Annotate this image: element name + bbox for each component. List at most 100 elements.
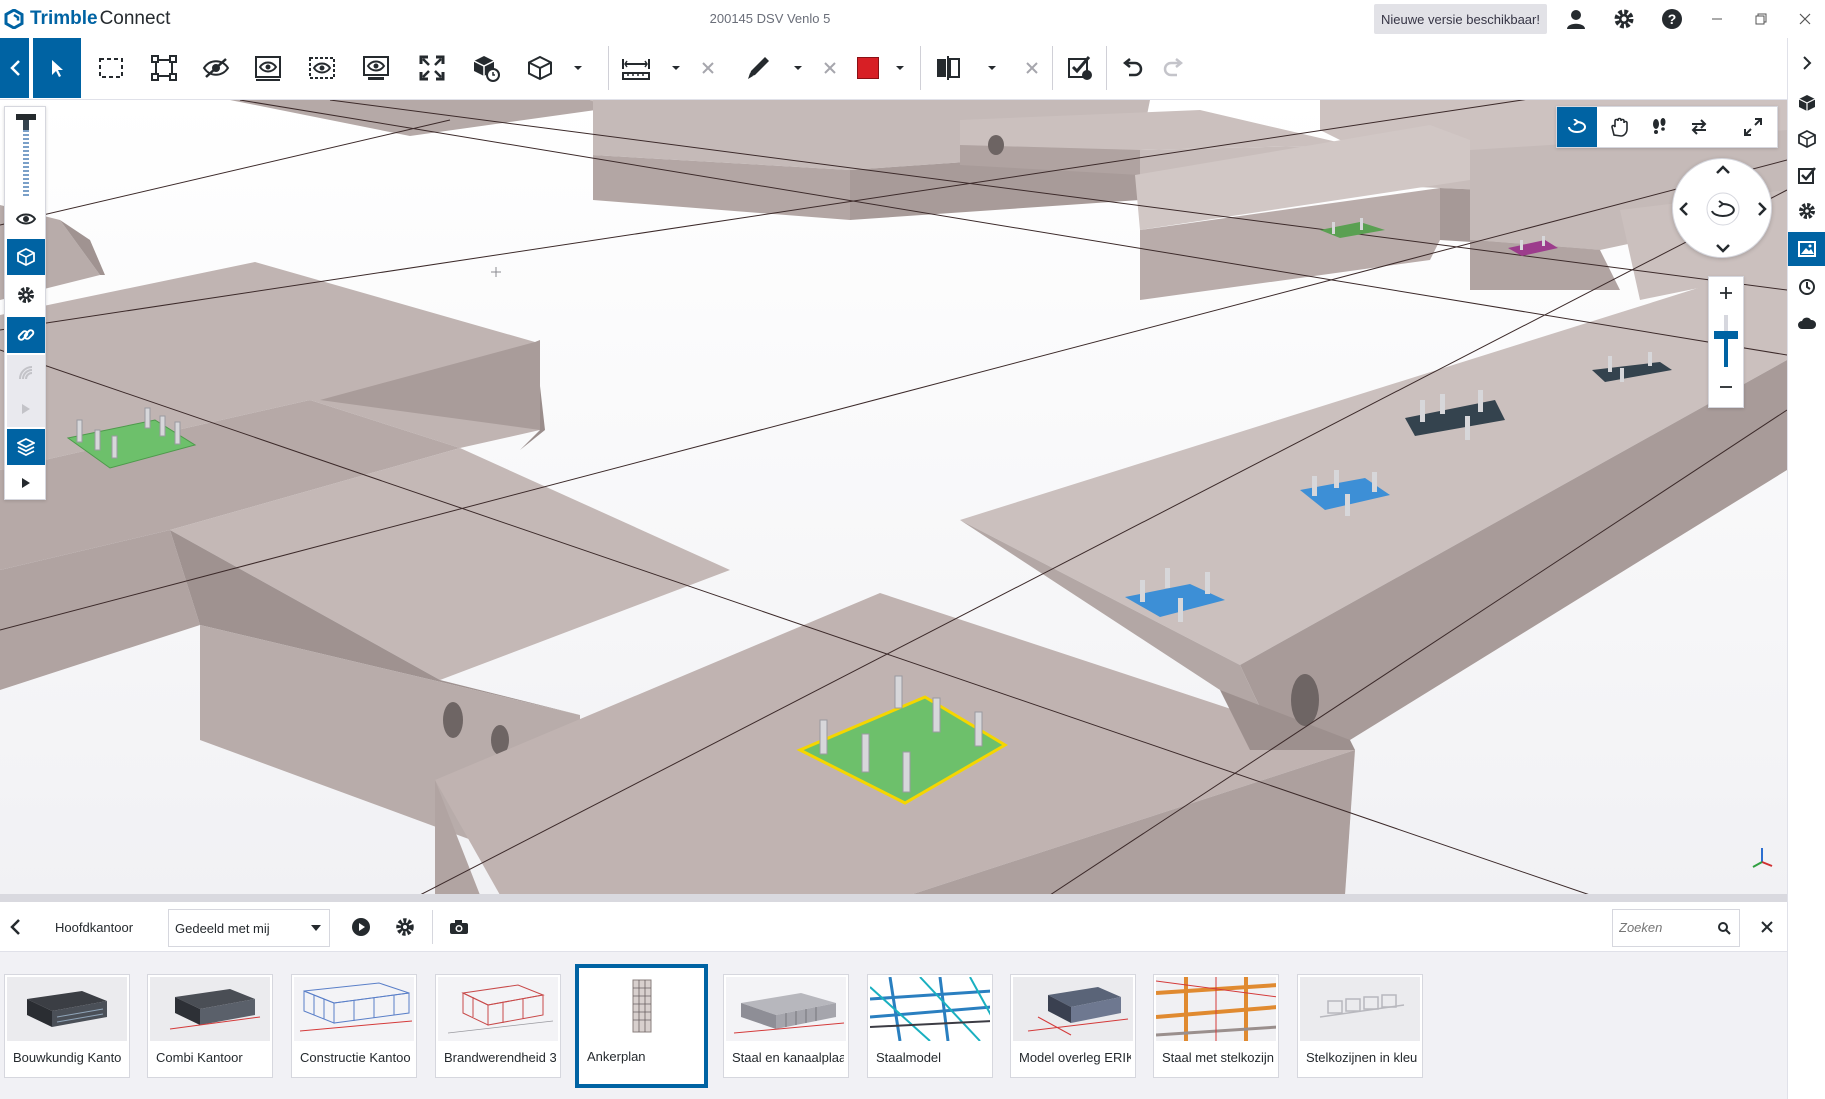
view-preview-image [294, 977, 414, 1041]
measure-icon[interactable] [612, 38, 660, 98]
redo-icon[interactable] [1150, 38, 1198, 98]
view-label: Model overleg ERIK [1019, 1050, 1131, 1065]
nav-up-icon[interactable] [1716, 165, 1730, 174]
navigation-wheel[interactable] [1672, 158, 1772, 258]
cloud-icon[interactable] [1788, 306, 1825, 340]
camera-icon[interactable] [444, 912, 474, 942]
collapse-left-button[interactable] [0, 38, 29, 98]
view-preview-image [1300, 977, 1420, 1041]
views-back-button[interactable] [2, 912, 28, 942]
help-icon[interactable]: ? [1658, 5, 1686, 33]
view-thumbnail-selected[interactable]: Ankerplan [575, 964, 708, 1088]
chevron-left-icon [10, 919, 20, 935]
orbit-icon[interactable] [1557, 107, 1597, 147]
view-preview-image [1156, 977, 1276, 1041]
render-settings-gear-icon[interactable] [7, 277, 45, 313]
select-arrow-icon[interactable] [33, 38, 81, 98]
measure-dropdown-icon[interactable] [666, 38, 686, 98]
cube-view-dropdown-icon[interactable] [568, 38, 588, 98]
markup-pen-icon[interactable] [734, 38, 782, 98]
view-preview-image [581, 976, 702, 1038]
chevron-left-icon [9, 60, 20, 76]
close-icon [1761, 921, 1773, 933]
model-scene [0, 100, 1787, 895]
main-toolbar [0, 38, 1787, 100]
fullscreen-icon[interactable] [1733, 107, 1773, 147]
view-thumbnail[interactable]: Combi Kantoor [147, 974, 273, 1078]
views-folder-name[interactable]: Hoofdkantoor [55, 920, 133, 935]
view-label: Constructie Kantoo [300, 1050, 411, 1065]
expand-right-panel-button[interactable] [1788, 46, 1825, 80]
view-thumbnail[interactable]: Constructie Kantoo [291, 974, 417, 1078]
section-clear-icon[interactable] [1022, 38, 1042, 98]
close-icon[interactable] [1792, 6, 1818, 32]
section-plane-icon[interactable] [924, 38, 972, 98]
views-search[interactable] [1612, 909, 1740, 947]
zoom-handle[interactable] [1714, 331, 1738, 339]
search-icon[interactable] [1717, 921, 1731, 935]
user-icon[interactable] [1562, 5, 1590, 33]
cube-view-icon[interactable] [516, 38, 564, 98]
hide-icon[interactable] [192, 38, 240, 98]
markup-clear-icon[interactable] [820, 38, 840, 98]
link-icon[interactable] [7, 317, 45, 353]
play-views-icon[interactable] [346, 912, 376, 942]
view-thumbnail[interactable]: Bouwkundig Kanto [4, 974, 130, 1078]
view-thumbnail[interactable]: Stelkozijnen in kleu [1297, 974, 1423, 1078]
fit-to-view-icon[interactable] [408, 38, 456, 98]
box-select-icon[interactable] [140, 38, 188, 98]
restore-icon[interactable] [1748, 6, 1774, 32]
view-thumbnail[interactable]: Model overleg ERIK [1010, 974, 1136, 1078]
undo-icon[interactable] [1108, 38, 1156, 98]
view-thumbnail[interactable]: Staalmodel [867, 974, 993, 1078]
minimize-icon[interactable] [1704, 6, 1730, 32]
checklist-icon[interactable] [1056, 38, 1104, 98]
update-available-button[interactable]: Nieuwe versie beschikbaar! [1374, 4, 1547, 34]
zoom-in-icon[interactable] [1720, 287, 1732, 299]
toolbar-divider [1052, 46, 1053, 90]
box-view-icon[interactable] [7, 239, 45, 275]
views-settings-gear-icon[interactable] [390, 912, 420, 942]
todo-icon[interactable] [1788, 158, 1825, 192]
swap-icon[interactable] [1679, 107, 1719, 147]
models-icon[interactable] [1788, 86, 1825, 120]
object-add-icon[interactable] [462, 38, 510, 98]
pen-dropdown-icon[interactable] [788, 38, 808, 98]
history-icon[interactable] [1788, 270, 1825, 304]
visibility-eye-icon[interactable] [7, 201, 45, 237]
view-thumbnail[interactable]: Brandwerendheid 3 [435, 974, 561, 1078]
3d-viewport[interactable] [0, 100, 1787, 895]
walk-icon[interactable] [1639, 107, 1679, 147]
view-label: Brandwerendheid 3 [444, 1050, 556, 1065]
nav-left-icon[interactable] [1679, 202, 1688, 216]
zoom-slider[interactable] [1708, 276, 1744, 408]
object-properties-icon[interactable] [1788, 122, 1825, 156]
color-dropdown-icon[interactable] [890, 38, 910, 98]
views-filter-value: Gedeeld met mij [175, 921, 270, 936]
section-dropdown-icon[interactable] [982, 38, 1002, 98]
views-search-input[interactable] [1613, 910, 1709, 944]
play-disabled-icon [7, 391, 45, 427]
play-icon[interactable] [7, 465, 45, 501]
view-thumbnail[interactable]: Staal en kanaalplaa [723, 974, 849, 1078]
nav-right-icon[interactable] [1758, 202, 1767, 216]
color-swatch-icon[interactable] [844, 38, 892, 98]
show-only-icon[interactable] [298, 38, 346, 98]
panel-splitter[interactable] [0, 894, 1787, 902]
views-icon[interactable] [1788, 232, 1825, 266]
settings-gear-icon[interactable] [1788, 194, 1825, 228]
isolate-icon[interactable] [244, 38, 292, 98]
layers-icon[interactable] [7, 429, 45, 465]
nav-down-icon[interactable] [1716, 244, 1730, 253]
area-select-icon[interactable] [87, 38, 135, 98]
show-all-icon[interactable] [352, 38, 400, 98]
view-label: Ankerplan [587, 1049, 646, 1064]
measure-clear-icon[interactable] [698, 38, 718, 98]
gear-icon[interactable] [1610, 5, 1638, 33]
view-thumbnail[interactable]: Staal met stelkozijn [1153, 974, 1279, 1078]
close-views-button[interactable] [1754, 914, 1780, 940]
views-filter-select[interactable]: Gedeeld met mij [168, 909, 330, 947]
clip-slider[interactable] [7, 109, 45, 201]
pan-icon[interactable] [1599, 107, 1639, 147]
views-header: Hoofdkantoor Gedeeld met mij [0, 902, 1787, 952]
